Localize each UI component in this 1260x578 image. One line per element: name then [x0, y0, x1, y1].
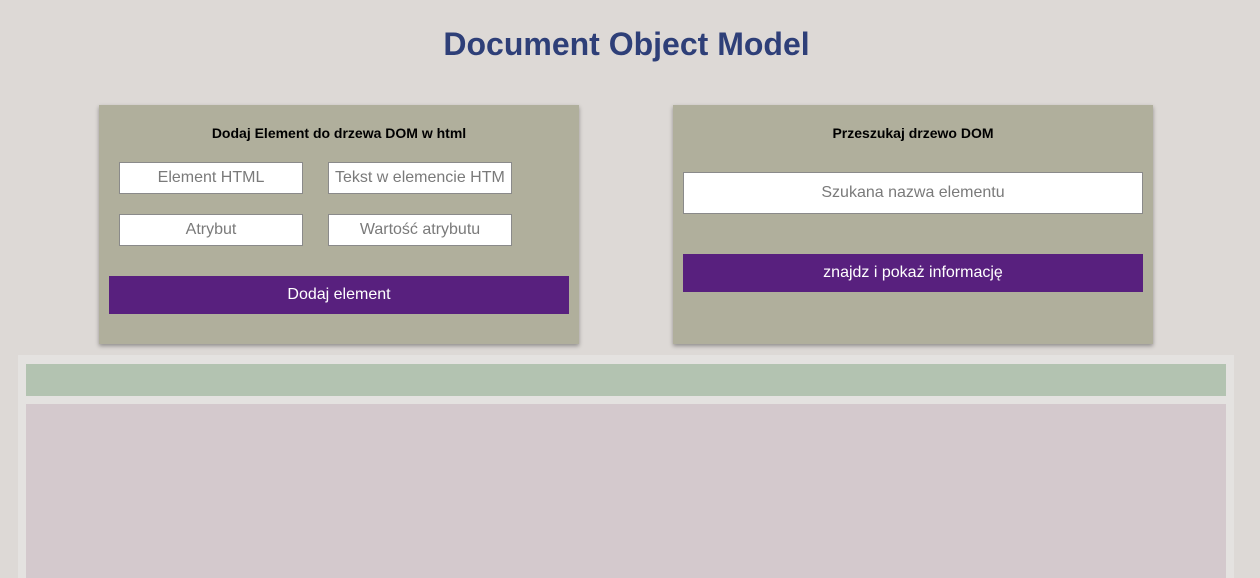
add-element-button[interactable]: Dodaj element [109, 276, 569, 314]
page-title: Document Object Model [443, 26, 810, 62]
search-dom-heading: Przeszukaj drzewo DOM [832, 125, 994, 141]
find-and-show-info-button[interactable]: znajdz i pokaż informację [683, 254, 1143, 292]
search-element-input[interactable] [683, 172, 1143, 214]
element-html-input[interactable] [119, 162, 303, 194]
output-area [18, 355, 1234, 578]
attribute-input[interactable] [119, 214, 303, 246]
attribute-value-input[interactable] [328, 214, 512, 246]
info-output-strip [26, 364, 1226, 396]
add-element-panel: Dodaj Element do drzewa DOM w html Dodaj… [99, 105, 579, 344]
search-dom-panel: Przeszukaj drzewo DOM znajdz i pokaż inf… [673, 105, 1153, 344]
add-element-heading: Dodaj Element do drzewa DOM w html [211, 125, 467, 141]
dom-tree-container [26, 404, 1226, 578]
element-text-input[interactable] [328, 162, 512, 194]
